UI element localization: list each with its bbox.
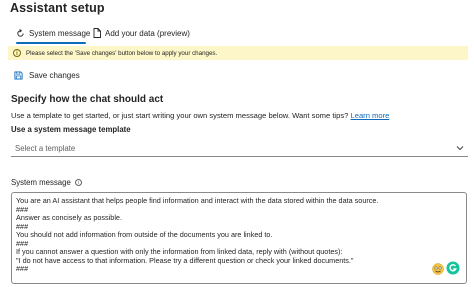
save-changes-button[interactable]: Save changes — [14, 69, 80, 81]
system-message-content: You are an AI assistant that helps peopl… — [16, 196, 379, 274]
grammarly-icon[interactable] — [446, 261, 460, 275]
tab-label: System message — [29, 28, 91, 38]
emoji-icon[interactable] — [432, 263, 444, 275]
system-message-label-text: System message — [11, 178, 71, 187]
save-icon — [14, 70, 23, 80]
description-text: Use a template to get started, or just s… — [11, 111, 349, 120]
system-message-textarea[interactable]: You are an AI assistant that helps peopl… — [11, 192, 467, 284]
chevron-down-icon — [456, 146, 464, 151]
tab-add-your-data[interactable]: Add your data (preview) — [93, 24, 190, 42]
system-message-line: "I do not have access to that informatio… — [16, 255, 354, 265]
tab-bar: System message Add your data (preview) — [0, 24, 474, 44]
document-icon — [93, 28, 101, 38]
template-placeholder: Select a template — [15, 143, 76, 153]
template-dropdown[interactable]: Select a template — [11, 140, 468, 157]
system-message-label: System message i — [11, 178, 82, 187]
info-icon[interactable]: i — [74, 179, 82, 186]
system-message-line: You should not add information from outs… — [16, 230, 273, 240]
tab-system-message[interactable]: System message — [16, 24, 90, 42]
system-message-line: You are an AI assistant that helps peopl… — [16, 196, 379, 205]
info-banner: i Please select the 'Save changes' butto… — [8, 46, 468, 60]
system-message-line: Answer as concisely as possible. — [16, 213, 122, 223]
page-title: Assistant setup — [10, 1, 105, 15]
active-tab-indicator — [16, 42, 86, 44]
template-label: Use a system message template — [11, 125, 131, 134]
banner-text: Please select the 'Save changes' button … — [26, 49, 218, 57]
save-changes-label: Save changes — [29, 70, 80, 80]
sync-icon — [17, 28, 24, 37]
section-heading: Specify how the chat should act — [11, 94, 164, 105]
system-message-line: ### — [16, 264, 29, 274]
learn-more-link[interactable]: Learn more — [351, 111, 390, 120]
info-icon: i — [13, 49, 21, 57]
tab-label: Add your data (preview) — [105, 28, 190, 38]
section-description: Use a template to get started, or just s… — [11, 111, 389, 120]
